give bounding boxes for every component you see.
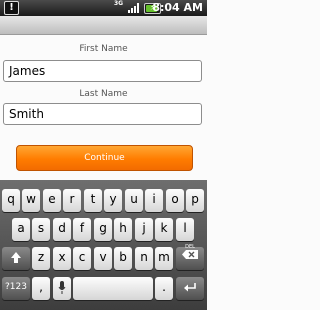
last-name-field[interactable]: Smith: [3, 103, 202, 125]
shift-icon: [11, 252, 21, 263]
key-j[interactable]: j: [135, 218, 153, 241]
key-c[interactable]: c: [73, 247, 91, 270]
delete-key[interactable]: DEL: [176, 244, 204, 270]
key-x[interactable]: x: [53, 247, 71, 270]
key-e[interactable]: e: [43, 189, 61, 212]
key-o[interactable]: o: [166, 189, 184, 212]
key-w[interactable]: w: [22, 189, 40, 212]
key-v[interactable]: v: [94, 247, 112, 270]
key-g[interactable]: g: [94, 218, 112, 241]
space-key[interactable]: [73, 277, 153, 300]
enter-arrow-icon: [184, 283, 196, 292]
key-k[interactable]: k: [155, 218, 173, 241]
shift-key[interactable]: [2, 247, 30, 270]
title-bar: [0, 16, 207, 35]
key-period[interactable]: .: [155, 277, 173, 300]
enter-key[interactable]: [176, 277, 204, 300]
key-a[interactable]: a: [12, 218, 30, 241]
key-m[interactable]: m: [155, 247, 173, 270]
clock: 8:04 AM: [152, 1, 203, 14]
key-s[interactable]: s: [32, 218, 50, 241]
signal-icon: [128, 3, 140, 13]
network-3g-icon: 3G: [114, 1, 126, 13]
key-p[interactable]: p: [186, 189, 204, 212]
key-i[interactable]: i: [145, 189, 163, 212]
soft-keyboard: q w e r t y u i o p a s d f g h j k l z …: [0, 180, 207, 310]
last-name-label: Last Name: [79, 89, 128, 99]
continue-button[interactable]: Continue: [16, 145, 193, 171]
delete-label: DEL: [185, 244, 195, 250]
key-h[interactable]: h: [114, 218, 132, 241]
microphone-icon: [58, 281, 66, 294]
first-name-label: First Name: [79, 44, 128, 54]
warning-icon: !: [4, 1, 19, 15]
backspace-icon: [182, 250, 198, 259]
key-q[interactable]: q: [2, 189, 20, 212]
key-d[interactable]: d: [53, 218, 71, 241]
key-f[interactable]: f: [73, 218, 91, 241]
symbols-key[interactable]: ?123: [2, 277, 30, 300]
key-n[interactable]: n: [135, 247, 153, 270]
microphone-key[interactable]: [53, 277, 71, 300]
key-t[interactable]: t: [84, 189, 102, 212]
status-bar: ! 3G ⚡ 8:04 AM: [0, 0, 207, 16]
key-y[interactable]: y: [104, 189, 122, 212]
key-b[interactable]: b: [114, 247, 132, 270]
key-r[interactable]: r: [63, 189, 81, 212]
key-comma[interactable]: ,: [32, 277, 50, 300]
key-z[interactable]: z: [32, 247, 50, 270]
key-l[interactable]: l: [176, 218, 194, 241]
key-u[interactable]: u: [125, 189, 143, 212]
first-name-field[interactable]: James: [3, 60, 202, 82]
network-type: 3G: [114, 0, 124, 7]
